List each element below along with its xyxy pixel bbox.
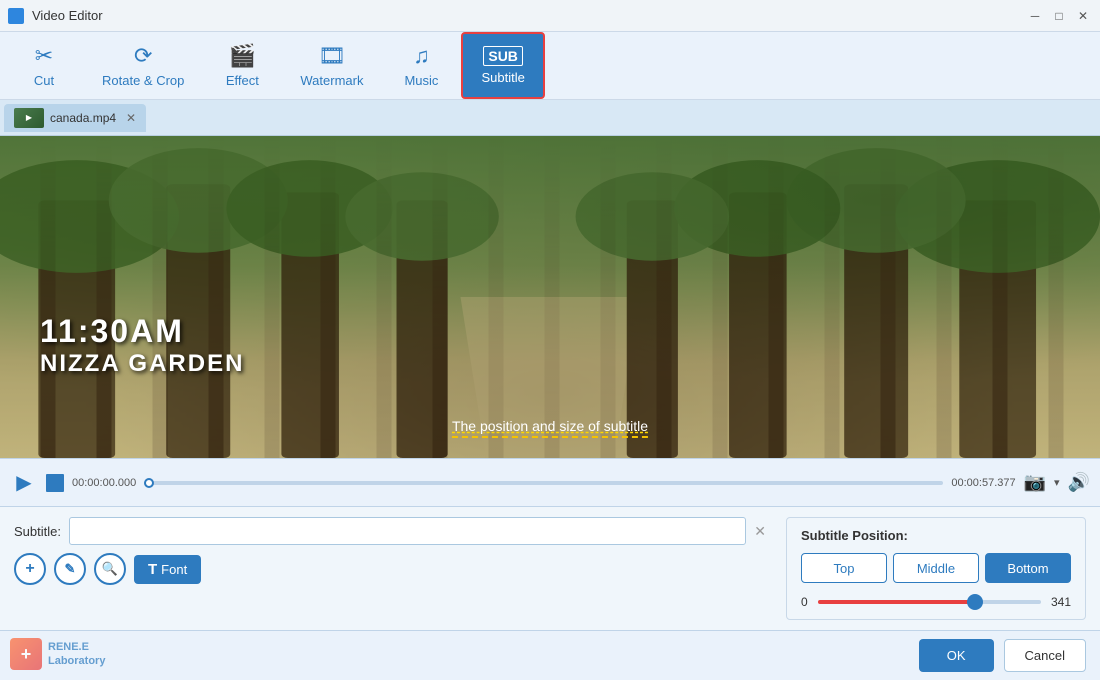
tab-music[interactable]: ♫ Music [381,32,461,99]
file-thumbnail: ▶ [14,108,44,128]
position-title: Subtitle Position: [801,528,1071,543]
video-location-overlay: NIZZA GARDEN [40,350,244,378]
logo-line2: Laboratory [48,654,105,668]
time-start: 00:00:00.000 [72,477,136,489]
subtitle-section: Subtitle: ✕ + ✎ 🔍 T Font [14,517,766,620]
music-icon: ♫ [413,43,430,69]
cut-icon: ✂ [35,43,53,69]
action-buttons: + ✎ 🔍 T Font [14,553,766,585]
tree-overlay [0,136,1100,458]
subtitle-input[interactable] [69,517,746,545]
logo-line1: RENE.E [48,640,105,654]
add-subtitle-button[interactable]: + [14,553,46,585]
subtitle-icon: SUB [483,46,523,66]
slider-max-value: 341 [1051,595,1071,609]
bottom-panel: Subtitle: ✕ + ✎ 🔍 T Font Subtitle Positi… [0,506,1100,630]
tab-rotate-crop[interactable]: ⟳ Rotate & Crop [84,32,202,99]
watermark-icon: 🎞 [318,43,346,69]
position-top-button[interactable]: Top [801,553,887,583]
rotate-icon: ⟳ [134,43,152,69]
play-button[interactable]: ▶ [10,469,38,497]
tab-effect[interactable]: 🎬 Effect [202,32,282,99]
close-button[interactable]: ✕ [1074,7,1092,25]
title-bar: Video Editor ─ □ ✕ [0,0,1100,32]
tab-subtitle-label: Subtitle [481,70,524,85]
screenshot-icon[interactable]: 📷 [1024,472,1046,493]
title-bar-left: Video Editor [8,8,103,24]
stop-button[interactable] [46,474,64,492]
ok-button[interactable]: OK [919,639,994,672]
volume-icon[interactable]: 🔊 [1068,472,1090,493]
position-section: Subtitle Position: Top Middle Bottom 0 3… [786,517,1086,620]
font-label: Font [161,562,187,577]
title-bar-controls: ─ □ ✕ [1026,7,1092,25]
video-background [0,136,1100,458]
tab-cut-label: Cut [34,73,54,88]
progress-bar[interactable] [144,481,943,485]
tab-effect-label: Effect [226,73,259,88]
cam-dropdown[interactable]: ▾ [1054,476,1060,489]
slider-row: 0 341 [801,595,1071,609]
minimize-button[interactable]: ─ [1026,7,1044,25]
tab-bar: ✂ Cut ⟳ Rotate & Crop 🎬 Effect 🎞 Waterma… [0,32,1100,100]
position-middle-button[interactable]: Middle [893,553,979,583]
file-tab-close[interactable]: ✕ [126,111,136,125]
cancel-button[interactable]: Cancel [1004,639,1086,672]
effect-icon: 🎬 [229,43,256,69]
video-overlay-text: 11:30AM NIZZA GARDEN [40,313,244,378]
font-icon: T [148,561,157,578]
position-bottom-button[interactable]: Bottom [985,553,1071,583]
position-buttons: Top Middle Bottom [801,553,1071,583]
player-controls: ▶ 00:00:00.000 00:00:57.377 📷 ▾ 🔊 [0,458,1100,506]
tab-music-label: Music [404,73,438,88]
subtitle-label: Subtitle: [14,524,61,539]
file-tab-name: canada.mp4 [50,111,116,125]
bottom-buttons: OK Cancel [0,630,1100,680]
app-icon [8,8,24,24]
maximize-button[interactable]: □ [1050,7,1068,25]
file-tabs-bar: ▶ canada.mp4 ✕ [0,100,1100,136]
tab-watermark[interactable]: 🎞 Watermark [282,32,381,99]
subtitle-preview-text: The position and size of subtitle [452,418,648,438]
progress-thumb [144,478,154,488]
video-player: 11:30AM NIZZA GARDEN The position and si… [0,136,1100,458]
tab-cut[interactable]: ✂ Cut [4,32,84,99]
position-slider[interactable] [818,600,1041,604]
time-end: 00:00:57.377 [951,477,1015,489]
search-subtitle-button[interactable]: 🔍 [94,553,126,585]
edit-subtitle-button[interactable]: ✎ [54,553,86,585]
clear-input-button[interactable]: ✕ [754,523,766,540]
logo-text: RENE.E Laboratory [48,640,105,669]
app-title: Video Editor [32,8,103,23]
slider-min-value: 0 [801,595,808,609]
tab-rotate-label: Rotate & Crop [102,73,184,88]
tab-watermark-label: Watermark [300,73,363,88]
logo-icon: + [10,638,42,670]
tab-subtitle[interactable]: SUB Subtitle [461,32,544,99]
video-time-overlay: 11:30AM [40,313,244,350]
logo-area: + RENE.E Laboratory [10,638,105,670]
subtitle-input-row: Subtitle: ✕ [14,517,766,545]
file-tab[interactable]: ▶ canada.mp4 ✕ [4,104,146,132]
font-button[interactable]: T Font [134,555,201,584]
